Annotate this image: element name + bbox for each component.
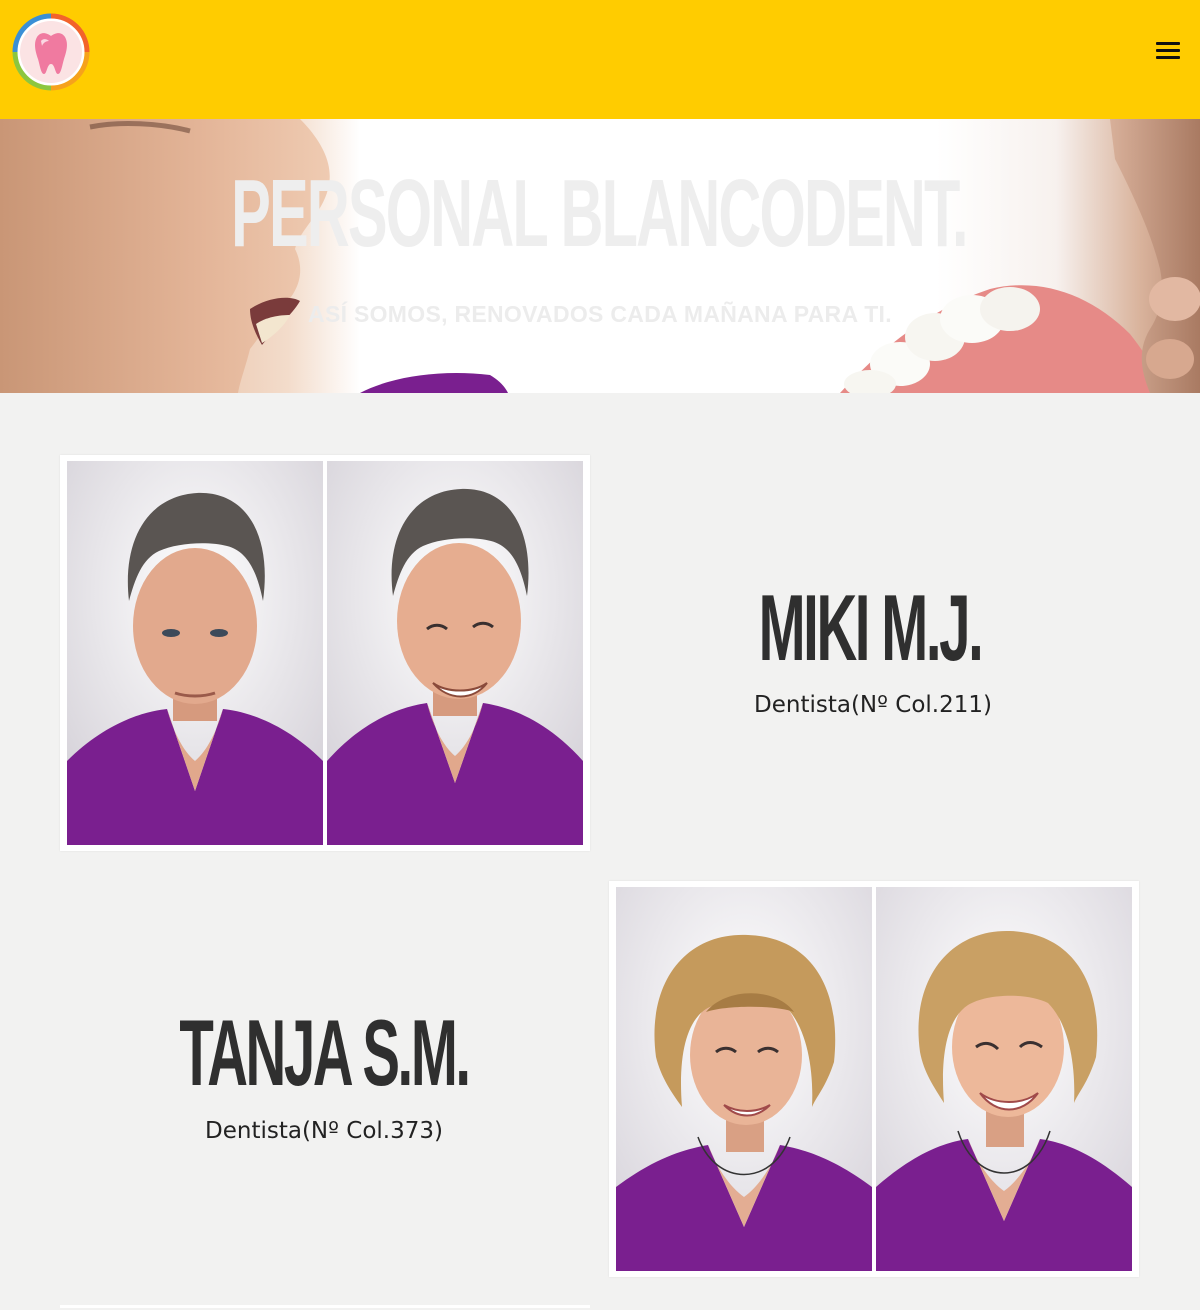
menu-bar (1156, 48, 1180, 52)
staff-photo-laughing (876, 887, 1132, 1271)
menu-bar (1156, 41, 1180, 45)
staff-role: Dentista(Nº Col.373) (205, 1118, 443, 1144)
staff-role: Dentista(Nº Col.211) (754, 692, 992, 718)
staff-photo-smiling (616, 887, 872, 1271)
hero-title: PERSONAL BLANCODENT. (231, 160, 968, 267)
staff-photo-frame (60, 455, 590, 851)
hamburger-menu-icon[interactable] (1156, 38, 1184, 62)
next-card-edge (60, 1305, 590, 1308)
hero-banner: PERSONAL BLANCODENT. ASÍ SOMOS, RENOVADO… (0, 119, 1200, 393)
tooth-logo-icon[interactable] (12, 13, 90, 91)
menu-bar (1156, 55, 1180, 59)
staff-photo-smiling (327, 461, 583, 845)
staff-name: TANJA S.M. (179, 1000, 471, 1105)
hero-subtitle: ASÍ SOMOS, RENOVADOS CADA MAÑANA PARA TI… (308, 301, 892, 327)
staff-photo-frame (609, 881, 1139, 1277)
staff-photo-serious (67, 461, 323, 845)
site-header (0, 0, 1200, 119)
staff-name: MIKI M.J. (758, 575, 984, 680)
